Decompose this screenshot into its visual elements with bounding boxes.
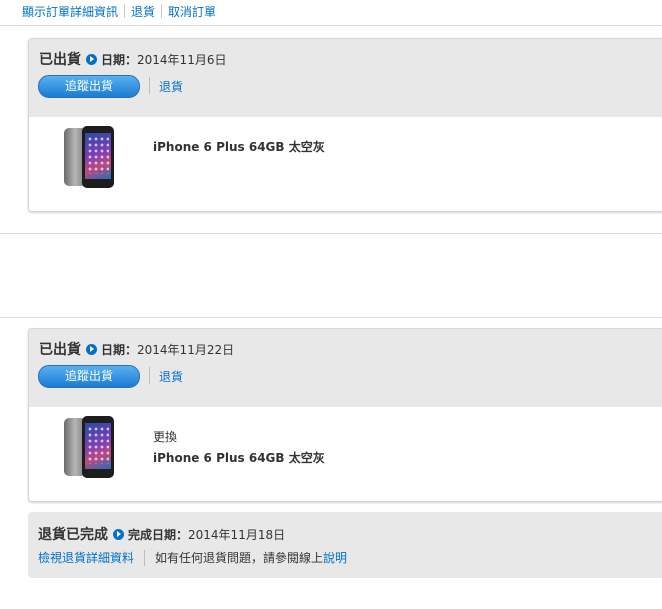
shipment-status-line: 已出貨 日期： 2014年11月22日 bbox=[39, 339, 234, 359]
divider bbox=[149, 367, 150, 384]
play-icon bbox=[86, 343, 97, 355]
shipment-status-line: 已出貨 日期： 2014年11月6日 bbox=[39, 49, 226, 69]
product-row: iPhone 6 Plus 64GB 太空灰 bbox=[29, 117, 662, 211]
date-label: 日期： bbox=[101, 342, 138, 357]
divider bbox=[0, 317, 662, 318]
help-text: 如有任何退貨問題，請參閱線上 bbox=[155, 551, 324, 565]
product-note: 更換 bbox=[153, 430, 178, 444]
divider bbox=[0, 233, 662, 234]
product-info: 更換 iPhone 6 Plus 64GB 太空灰 bbox=[153, 428, 325, 466]
shipment-header: 已出貨 日期： 2014年11月22日 追蹤出貨 退貨 bbox=[29, 329, 662, 407]
divider bbox=[149, 77, 150, 94]
product-image bbox=[64, 126, 114, 188]
completion-date-value: 2014年11月18日 bbox=[188, 527, 286, 542]
product-name: iPhone 6 Plus 64GB 太空灰 bbox=[153, 451, 325, 465]
date-value: 2014年11月6日 bbox=[137, 52, 227, 67]
return-link[interactable]: 退貨 bbox=[159, 78, 183, 95]
product-info: iPhone 6 Plus 64GB 太空灰 bbox=[153, 138, 325, 155]
date-label: 日期： bbox=[101, 52, 138, 67]
return-link[interactable]: 退貨 bbox=[159, 368, 183, 385]
product-name: iPhone 6 Plus 64GB 太空灰 bbox=[153, 140, 325, 154]
divider bbox=[161, 4, 163, 18]
return-status: 退貨已完成 bbox=[38, 527, 108, 543]
view-return-details-link[interactable]: 檢視退貨詳細資料 bbox=[38, 549, 134, 566]
divider bbox=[144, 549, 146, 566]
help-link[interactable]: 說明 bbox=[323, 549, 347, 566]
product-row: 更換 iPhone 6 Plus 64GB 太空灰 bbox=[29, 407, 662, 501]
completion-date-label: 完成日期： bbox=[128, 527, 189, 542]
shipment-status: 已出貨 bbox=[39, 52, 81, 68]
product-image bbox=[64, 416, 114, 478]
return-status-line: 退貨已完成 完成日期： 2014年11月18日 bbox=[38, 524, 285, 544]
shipment-status: 已出貨 bbox=[39, 342, 81, 358]
show-order-details-link[interactable]: 顯示訂單詳細資訊 bbox=[22, 3, 118, 20]
shipment-card-1: 已出貨 日期： 2014年11月6日 追蹤出貨 退貨 iPhone 6 Plus… bbox=[28, 38, 662, 212]
play-icon bbox=[113, 528, 124, 540]
play-icon bbox=[86, 53, 97, 65]
track-shipment-button[interactable]: 追蹤出貨 bbox=[38, 365, 140, 388]
date-value: 2014年11月22日 bbox=[137, 342, 235, 357]
return-link[interactable]: 退貨 bbox=[131, 3, 155, 20]
return-status-card: 退貨已完成 完成日期： 2014年11月18日 檢視退貨詳細資料 如有任何退貨問… bbox=[28, 512, 662, 578]
divider bbox=[0, 25, 662, 26]
return-links: 檢視退貨詳細資料 如有任何退貨問題，請參閱線上 說明 bbox=[38, 549, 347, 566]
shipment-card-2: 已出貨 日期： 2014年11月22日 追蹤出貨 退貨 更換 iPhone 6 … bbox=[28, 328, 662, 502]
shipment-header: 已出貨 日期： 2014年11月6日 追蹤出貨 退貨 bbox=[29, 39, 662, 117]
cancel-order-link[interactable]: 取消訂單 bbox=[168, 3, 216, 20]
order-actions-bar: 顯示訂單詳細資訊 退貨 取消訂單 bbox=[22, 2, 216, 20]
track-shipment-button[interactable]: 追蹤出貨 bbox=[38, 75, 140, 98]
divider bbox=[124, 4, 126, 18]
